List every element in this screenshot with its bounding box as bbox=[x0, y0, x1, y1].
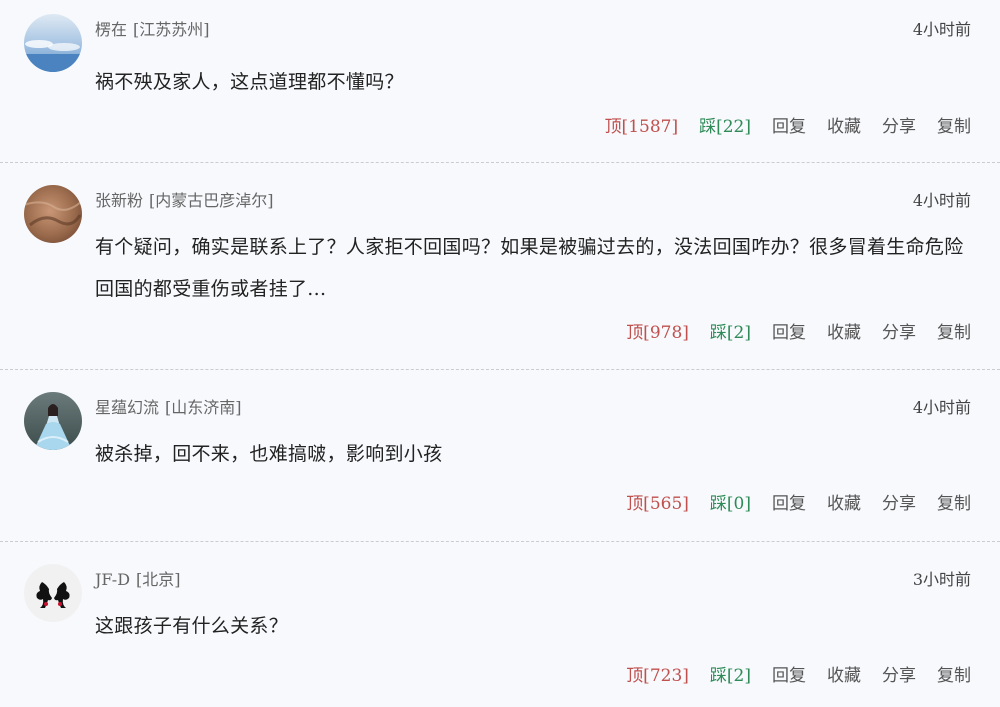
downvote-button[interactable]: 踩[2] bbox=[710, 661, 751, 686]
comment-meta: 星蕴幻流 [山东济南] bbox=[95, 394, 242, 418]
reply-button[interactable]: 回复 bbox=[772, 318, 806, 343]
comment-text: 有个疑问，确实是联系上了？人家拒不回国吗？如果是被骗过去的，没法回国咋办？很多冒… bbox=[95, 236, 964, 300]
reply-button[interactable]: 回复 bbox=[772, 112, 806, 137]
sky-clouds-avatar-icon bbox=[24, 14, 82, 72]
share-button[interactable]: 分享 bbox=[882, 318, 916, 343]
comment-text: 被杀掉，回不来，也难搞啵，影响到小孩 bbox=[95, 443, 443, 465]
favorite-button[interactable]: 收藏 bbox=[827, 112, 861, 137]
avatar[interactable] bbox=[24, 14, 82, 72]
comment-meta: JF-D [北京] bbox=[95, 566, 181, 590]
upvote-button[interactable]: 顶[723] bbox=[626, 661, 689, 686]
user-location: [江苏苏州] bbox=[133, 20, 210, 39]
comment-meta: 楞在 [江苏苏州] bbox=[95, 16, 210, 40]
user-location: [山东济南] bbox=[165, 398, 242, 417]
copy-button[interactable]: 复制 bbox=[937, 489, 971, 514]
favorite-button[interactable]: 收藏 bbox=[827, 661, 861, 686]
username[interactable]: JF-D bbox=[95, 570, 130, 589]
username[interactable]: 星蕴幻流 bbox=[95, 398, 159, 417]
comment-text: 祸不殃及家人，这点道理都不懂吗？ bbox=[95, 71, 404, 93]
share-button[interactable]: 分享 bbox=[882, 112, 916, 137]
avatar[interactable] bbox=[24, 564, 82, 622]
comment-item: JF-D [北京] 3小时前 这跟孩子有什么关系？ 顶[723] 踩[2] 回复 … bbox=[0, 542, 1000, 707]
share-button[interactable]: 分享 bbox=[882, 661, 916, 686]
upvote-button[interactable]: 顶[565] bbox=[626, 489, 689, 514]
downvote-button[interactable]: 踩[0] bbox=[710, 489, 751, 514]
comment-text: 这跟孩子有什么关系？ bbox=[95, 615, 289, 637]
avatar[interactable] bbox=[24, 392, 82, 450]
upvote-button[interactable]: 顶[978] bbox=[626, 318, 689, 343]
share-button[interactable]: 分享 bbox=[882, 489, 916, 514]
brown-texture-avatar-icon bbox=[24, 185, 82, 243]
comment-item: 星蕴幻流 [山东济南] 4小时前 被杀掉，回不来，也难搞啵，影响到小孩 顶[565… bbox=[0, 370, 1000, 542]
username[interactable]: 张新粉 bbox=[95, 191, 143, 210]
comment-actions: 顶[723] 踩[2] 回复 收藏 分享 复制 bbox=[605, 661, 971, 686]
user-location: [北京] bbox=[136, 570, 181, 589]
copy-button[interactable]: 复制 bbox=[937, 318, 971, 343]
timestamp: 4小时前 bbox=[912, 20, 971, 39]
comment-item: 张新粉 [内蒙古巴彦淖尔] 4小时前 有个疑问，确实是联系上了？人家拒不回国吗？如… bbox=[0, 163, 1000, 370]
comment-actions: 顶[978] 踩[2] 回复 收藏 分享 复制 bbox=[605, 318, 971, 343]
favorite-button[interactable]: 收藏 bbox=[827, 318, 861, 343]
username[interactable]: 楞在 bbox=[95, 20, 127, 39]
timestamp: 4小时前 bbox=[912, 191, 971, 210]
timestamp: 3小时前 bbox=[912, 570, 971, 589]
avatar[interactable] bbox=[24, 185, 82, 243]
copy-button[interactable]: 复制 bbox=[937, 661, 971, 686]
reply-button[interactable]: 回复 bbox=[772, 661, 806, 686]
comment-actions: 顶[565] 踩[0] 回复 收藏 分享 复制 bbox=[605, 489, 971, 514]
favorite-button[interactable]: 收藏 bbox=[827, 489, 861, 514]
upvote-button[interactable]: 顶[1587] bbox=[605, 112, 679, 137]
comment-meta: 张新粉 [内蒙古巴彦淖尔] bbox=[95, 187, 274, 211]
woman-in-dress-avatar-icon bbox=[24, 392, 82, 450]
timestamp: 4小时前 bbox=[912, 398, 971, 417]
reply-button[interactable]: 回复 bbox=[772, 489, 806, 514]
comment-item: 楞在 [江苏苏州] 4小时前 祸不殃及家人，这点道理都不懂吗？ 顶[1587] 踩… bbox=[0, 0, 1000, 163]
downvote-button[interactable]: 踩[2] bbox=[710, 318, 751, 343]
user-location: [内蒙古巴彦淖尔] bbox=[149, 191, 274, 210]
ink-figures-avatar-icon bbox=[24, 564, 82, 622]
comment-actions: 顶[1587] 踩[22] 回复 收藏 分享 复制 bbox=[584, 112, 971, 137]
downvote-button[interactable]: 踩[22] bbox=[699, 112, 751, 137]
copy-button[interactable]: 复制 bbox=[937, 112, 971, 137]
